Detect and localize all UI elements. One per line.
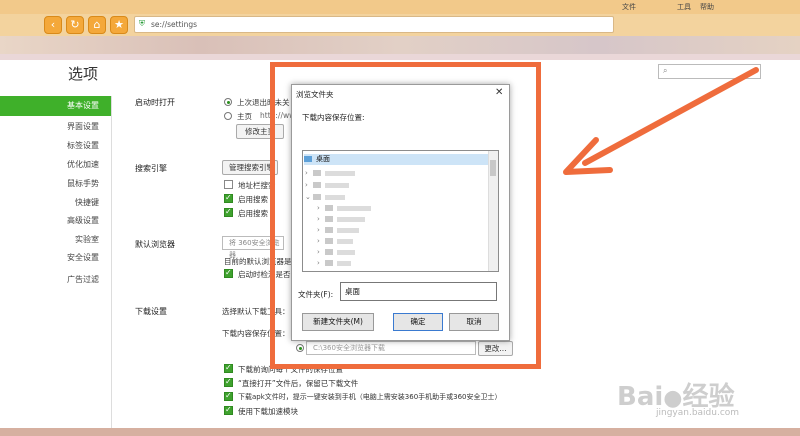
search-opt1-checkbox[interactable] (224, 180, 233, 189)
sidebar-item-advanced[interactable]: 高级设置 (0, 211, 111, 231)
startup-option-home: 主页 (237, 112, 252, 121)
menu-file[interactable]: 文件 (622, 2, 636, 12)
download-settings-label: 下载设置 (135, 307, 167, 316)
search-opt3-label: 启用搜索 (238, 209, 268, 218)
startup-radio-last[interactable] (224, 98, 232, 106)
title-bar: 文件 工具 帮助 (0, 0, 800, 14)
search-icon: ⌕ (663, 66, 668, 75)
home-icon[interactable]: ⌂ (88, 16, 106, 34)
download-opt4-checkbox[interactable] (224, 405, 233, 415)
default-browser-check-checkbox[interactable] (224, 268, 233, 278)
settings-search-input[interactable]: ⌕ (658, 64, 761, 79)
sidebar-item-interface[interactable]: 界面设置 (0, 117, 111, 137)
download-opt3-checkbox[interactable] (224, 391, 233, 401)
menu-tools[interactable]: 工具 (677, 2, 691, 12)
startup-label: 启动时打开 (135, 98, 175, 107)
default-browser-label: 默认浏览器 (135, 240, 175, 249)
search-engine-label: 搜索引擎 (135, 164, 167, 173)
download-opt2-checkbox[interactable] (224, 377, 233, 387)
bookmark-bar (0, 36, 800, 54)
highlight-box (270, 62, 541, 369)
sidebar-item-adblock[interactable]: 广告过滤 (0, 270, 111, 290)
sidebar-item-mouse-gesture[interactable]: 鼠标手势 (0, 174, 111, 194)
settings-sidebar: 基本设置 界面设置 标签设置 优化加速 鼠标手势 快捷键 高级设置 实验室 安全… (0, 96, 112, 436)
menu-help[interactable]: 帮助 (700, 2, 714, 12)
taskbar-strip (0, 428, 800, 436)
page-title: 选项 (68, 65, 99, 83)
page-top-strip (0, 54, 800, 60)
refresh-icon[interactable]: ↻ (66, 16, 84, 34)
download-opt3-label: 下载apk文件时，提示一键安装到手机（电脑上需安装360手机助手或360安全卫士… (238, 393, 502, 401)
address-text: se://settings (151, 20, 198, 29)
watermark-url: jingyan.baidu.com (656, 408, 740, 418)
sidebar-item-basic[interactable]: 基本设置 (0, 96, 111, 116)
startup-radio-home[interactable] (224, 112, 232, 120)
download-opt1-checkbox[interactable] (224, 363, 233, 373)
back-icon[interactable]: ‹ (44, 16, 62, 34)
star-icon[interactable]: ★ (110, 16, 128, 34)
search-opt2-checkbox[interactable] (224, 193, 233, 203)
search-opt3-checkbox[interactable] (224, 207, 233, 217)
sidebar-item-tabs[interactable]: 标签设置 (0, 136, 111, 156)
secure-shield-icon: ⛨ (139, 19, 145, 28)
search-opt2-label: 启用搜索 (238, 195, 268, 204)
address-bar[interactable]: ⛨ se://settings (134, 16, 614, 33)
download-opt2-label: “直接打开”文件后，保留已下载文件 (238, 379, 359, 388)
sidebar-item-security[interactable]: 安全设置 (0, 248, 111, 268)
sidebar-item-lab[interactable]: 实验室 (0, 230, 111, 250)
download-opt4-label: 使用下载加速模块 (238, 407, 298, 416)
sidebar-item-optimize[interactable]: 优化加速 (0, 155, 111, 175)
sidebar-item-shortcuts[interactable]: 快捷键 (0, 193, 111, 213)
